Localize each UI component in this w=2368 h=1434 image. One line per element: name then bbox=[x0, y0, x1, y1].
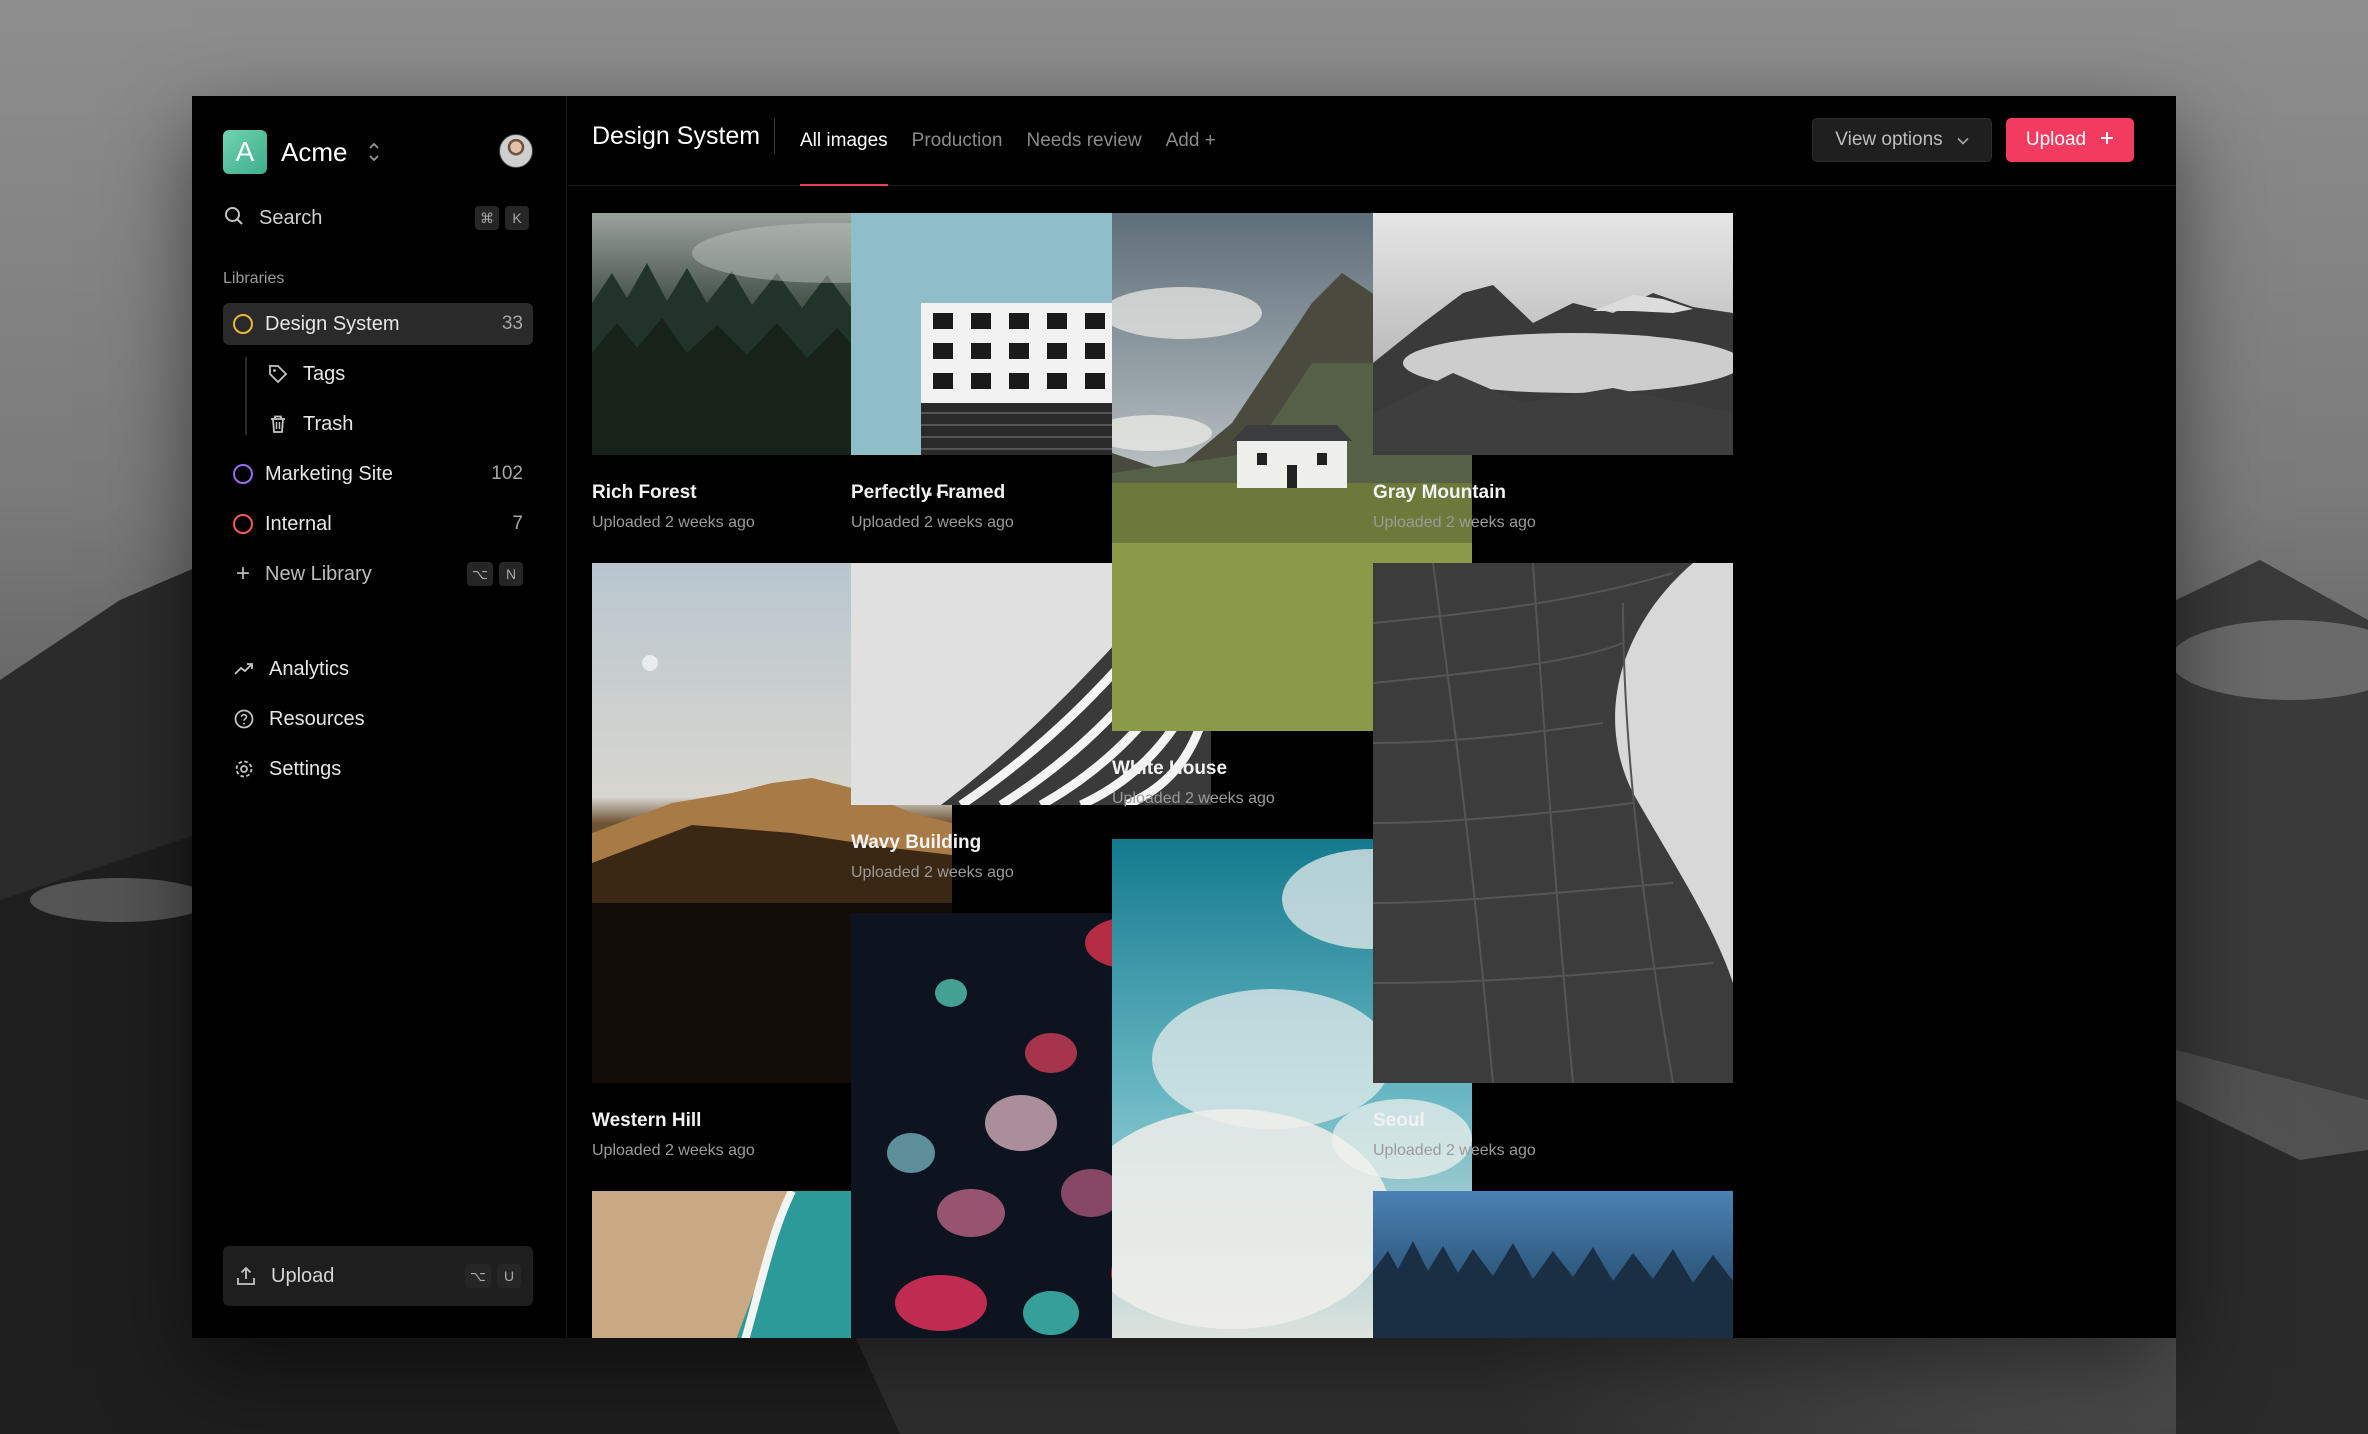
library-item-internal[interactable]: Internal 7 bbox=[223, 503, 533, 545]
sidebar-upload-button[interactable]: Upload ⌥ U bbox=[223, 1246, 533, 1306]
search-icon bbox=[223, 205, 247, 232]
sidebar-item-label: Trash bbox=[303, 412, 354, 435]
sidebar-item-tags[interactable]: Tags bbox=[257, 353, 533, 395]
shortcut-key: ⌥ bbox=[466, 562, 493, 586]
libraries-heading: Libraries bbox=[223, 270, 285, 287]
shortcut-key: U bbox=[497, 1264, 521, 1288]
chevron-updown-icon bbox=[367, 139, 381, 165]
plus-icon bbox=[2100, 129, 2114, 151]
sidebar-item-label: Resources bbox=[269, 707, 365, 730]
sidebar-item-label: Tags bbox=[303, 362, 346, 385]
secondary-nav: Analytics Resources Settings bbox=[223, 648, 533, 798]
image-card[interactable]: Gray Mountain Uploaded 2 weeks ago bbox=[1373, 213, 1743, 532]
tab-production[interactable]: Production bbox=[912, 96, 1003, 186]
library-count: 33 bbox=[501, 313, 523, 334]
image-upload-date: Uploaded 2 weeks ago bbox=[1373, 1142, 1536, 1159]
image-card[interactable] bbox=[1373, 1191, 1733, 1338]
divider bbox=[774, 118, 775, 154]
library-ring-icon bbox=[233, 514, 253, 534]
shortcut-key: K bbox=[505, 206, 529, 230]
search-button[interactable]: Search ⌘ K bbox=[223, 200, 529, 236]
trash-icon bbox=[267, 413, 291, 435]
upload-button[interactable]: Upload bbox=[2006, 118, 2134, 162]
image-title-text: Rich Forest bbox=[592, 482, 697, 503]
library-label: Marketing Site bbox=[265, 462, 393, 485]
view-options-button[interactable]: View options bbox=[1812, 118, 1992, 162]
library-ring-icon bbox=[233, 314, 253, 334]
image-title: Seoul bbox=[1373, 1110, 1425, 1131]
tag-icon bbox=[267, 363, 291, 385]
tab-bar: All images Production Needs review Add + bbox=[800, 96, 1240, 186]
library-list: Design System 33 Tags Trash Marketing Si… bbox=[223, 303, 533, 603]
tab-needs-review[interactable]: Needs review bbox=[1027, 96, 1142, 186]
app-window: A Acme Search ⌘ K Libraries Design Syste… bbox=[192, 96, 2176, 1338]
new-library-shortcut: ⌥ N bbox=[466, 562, 523, 586]
top-bar: Design System All images Production Need… bbox=[568, 96, 2176, 186]
plus-icon: + bbox=[235, 560, 250, 587]
library-subitems: Tags Trash bbox=[223, 353, 533, 445]
image-seoul bbox=[1372, 562, 1733, 1084]
shortcut-key: N bbox=[499, 562, 523, 586]
help-icon bbox=[233, 708, 257, 730]
image-gallery: Rich Forest ··· Uploaded 2 weeks ago Wes… bbox=[568, 187, 2176, 1338]
search-label: Search bbox=[259, 206, 323, 229]
sidebar-item-settings[interactable]: Settings bbox=[223, 748, 533, 790]
library-item-marketing-site[interactable]: Marketing Site 102 bbox=[223, 453, 533, 495]
workspace-name: Acme bbox=[281, 136, 348, 167]
workspace-logo: A bbox=[223, 130, 267, 174]
new-library-label: New Library bbox=[265, 562, 372, 585]
library-label: Internal bbox=[265, 512, 332, 535]
sidebar-item-resources[interactable]: Resources bbox=[223, 698, 533, 740]
user-avatar[interactable] bbox=[499, 134, 533, 168]
sidebar-item-analytics[interactable]: Analytics bbox=[223, 648, 533, 690]
image-gray-mountain bbox=[1373, 213, 1743, 455]
page-title: Design System bbox=[592, 122, 761, 150]
library-item-design-system[interactable]: Design System 33 bbox=[223, 303, 533, 345]
image-card[interactable]: Seoul Uploaded 2 weeks ago bbox=[1372, 562, 1733, 1160]
shortcut-key: ⌥ bbox=[464, 1264, 491, 1288]
sidebar: A Acme Search ⌘ K Libraries Design Syste… bbox=[192, 96, 567, 1338]
upload-shortcut: ⌥ U bbox=[464, 1264, 521, 1288]
image-blue-forest bbox=[1373, 1191, 1733, 1338]
upload-button-label: Upload bbox=[2025, 129, 2087, 150]
sidebar-item-label: Analytics bbox=[269, 657, 350, 680]
library-label: Design System bbox=[265, 312, 400, 335]
tab-add[interactable]: Add + bbox=[1166, 96, 1216, 186]
library-count: 7 bbox=[512, 513, 523, 534]
upload-label: Upload bbox=[271, 1264, 335, 1287]
image-title: Gray Mountain bbox=[1373, 482, 1507, 503]
view-options-label: View options bbox=[1835, 129, 1943, 150]
trend-icon bbox=[233, 658, 257, 680]
image-upload-date: Uploaded 2 weeks ago bbox=[1373, 514, 1536, 531]
library-count: 102 bbox=[491, 463, 523, 484]
chevron-down-icon bbox=[1957, 129, 1969, 151]
search-shortcut: ⌘ K bbox=[475, 206, 529, 230]
workspace-switcher[interactable]: A Acme bbox=[223, 129, 381, 175]
upload-icon bbox=[235, 1265, 259, 1287]
library-ring-icon bbox=[233, 464, 253, 484]
sidebar-item-trash[interactable]: Trash bbox=[257, 403, 533, 445]
new-library-button[interactable]: + New Library ⌥ N bbox=[223, 553, 533, 595]
shortcut-key: ⌘ bbox=[475, 206, 499, 230]
tab-all-images[interactable]: All images bbox=[800, 96, 888, 186]
gear-icon bbox=[233, 758, 257, 780]
sidebar-item-label: Settings bbox=[269, 757, 342, 780]
